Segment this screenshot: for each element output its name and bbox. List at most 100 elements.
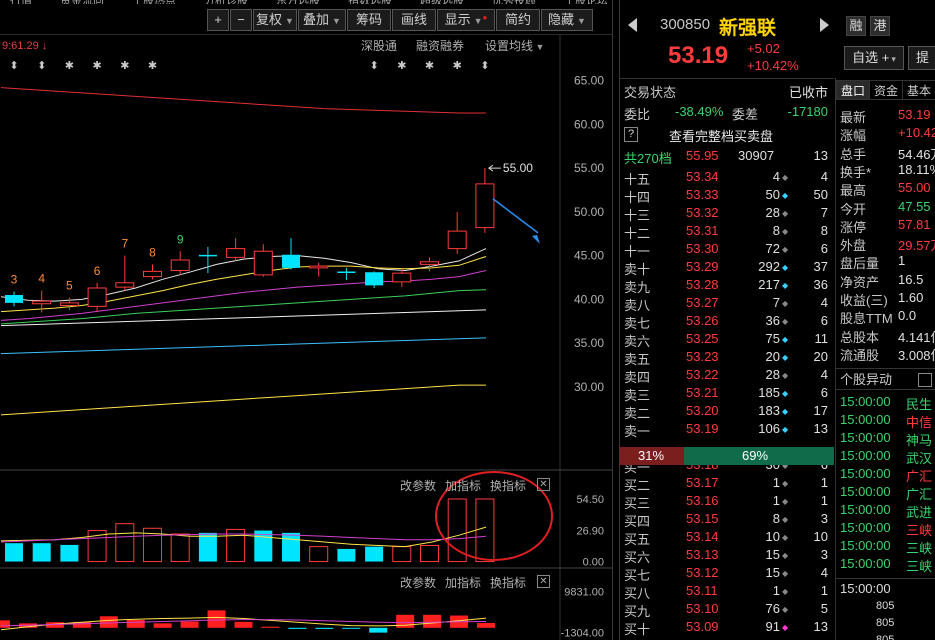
ind2-add-indicator[interactable]: 加指标 (445, 574, 481, 591)
close-icon[interactable]: ✕ (537, 478, 550, 491)
book-level-row[interactable]: 十四 53.33 50 ◆ 50 (620, 187, 834, 205)
ind1-switch-indicator[interactable]: 换指标 (490, 477, 526, 494)
top-menu-item[interactable]: 指数选股 (348, 0, 392, 4)
book-level-row[interactable]: 十三 53.32 28 ◆ 7 (620, 205, 834, 223)
book-level-row[interactable]: 买十 53.09 91 ◆ 13 (620, 619, 834, 637)
hk-connect-link[interactable]: 深股通 (361, 37, 397, 54)
full-book-row[interactable]: ? 查看完整档买卖盘 (620, 126, 834, 144)
book-level-row[interactable]: 十一 53.30 72 ◆ 6 (620, 241, 834, 259)
stock-move-row[interactable]: 15:00:00 广汇 (840, 466, 935, 484)
prev-stock-icon[interactable] (628, 18, 637, 32)
close-icon[interactable]: ✕ (537, 575, 550, 588)
stock-move-row[interactable]: 15:00:00 三峡 (840, 556, 935, 574)
top-menu-item[interactable]: 超级选股 (420, 0, 464, 4)
book-level-row[interactable]: 卖六 53.25 75 ◆ 11 (620, 331, 834, 349)
book-level-row[interactable]: 买六 53.13 15 ◆ 3 (620, 547, 834, 565)
stat-row: 总股本 4.141亿 (840, 327, 935, 345)
ind2-edit-params[interactable]: 改参数 (400, 574, 436, 591)
book-level-row[interactable]: 卖四 53.22 28 ◆ 4 (620, 367, 834, 385)
book-level-row[interactable]: 卖二 53.20 183 ◆ 17 (620, 403, 834, 421)
draw-line-button[interactable]: 画线 (392, 9, 436, 31)
stock-move-row[interactable]: 15:00:00 中信 (840, 412, 935, 430)
diamond-icon: ◆ (782, 407, 789, 416)
panel-divider[interactable] (612, 0, 620, 640)
book-level-volume: 28 (765, 367, 780, 382)
macd-bars (0, 610, 495, 633)
book-level-row[interactable]: 十二 53.31 8 ◆ 8 (620, 223, 834, 241)
caret-down-icon: ▼ (285, 16, 294, 26)
trade-status-value: 已收市 (788, 85, 828, 100)
top-menu-item[interactable]: 个股论坛 (564, 0, 608, 4)
book-level-row[interactable]: 买八 53.11 1 ◆ 1 (620, 583, 834, 601)
book-level-volume: 50 (765, 187, 780, 202)
book-level-label: 卖一 (624, 424, 651, 439)
dividend-marker-icon: ⬍ (369, 59, 378, 72)
stock-move-row[interactable]: 15:00:00 广汇 (840, 484, 935, 502)
book-level-row[interactable]: 卖七 53.26 36 ◆ 6 (620, 313, 834, 331)
book-level-row[interactable]: 卖五 53.23 20 ◆ 20 (620, 349, 834, 367)
diamond-icon: ◆ (782, 389, 789, 398)
kline-chart-area[interactable]: 3 4 5 6 7 8 9 ⬍ ⬍ ✱ ✱ ✱ ✱ ⬍ ✱ ✱ ✱ ⬍ 65.00 60.00 55.00 50.00… (0, 35, 612, 640)
book-level-row[interactable]: 卖九 53.28 217 ◆ 36 (620, 277, 834, 295)
book-level-row[interactable]: 卖三 53.21 185 ◆ 6 (620, 385, 834, 403)
book-level-row[interactable]: 十五 53.34 4 ◆ 4 (620, 169, 834, 187)
zoom-out-button[interactable]: − (230, 9, 252, 31)
volume-bar (5, 543, 23, 562)
margin-tag[interactable]: 融 (846, 16, 866, 36)
book-level-row[interactable]: 买四 53.15 8 ◆ 3 (620, 511, 834, 529)
tab-handicap[interactable]: 盘口 (836, 80, 871, 100)
move-time: 15:00:00 (840, 484, 891, 499)
book-level-volume: 185 (758, 385, 780, 400)
book-level-row[interactable]: 买二 53.17 1 ◆ 1 (620, 475, 834, 493)
top-menu-item[interactable]: 资金流向 (60, 0, 104, 4)
stock-move-row[interactable]: 15:00:00 神马 (840, 430, 935, 448)
alert-button[interactable]: 提 (908, 46, 935, 70)
window-icon[interactable] (918, 373, 932, 387)
book-level-row[interactable]: 买三 53.16 1 ◆ 1 (620, 493, 834, 511)
volume-bar (475, 498, 495, 563)
simple-button[interactable]: 简约 (496, 9, 540, 31)
stock-move-row[interactable]: 15:00:00 三峡 (840, 538, 935, 556)
stock-move-row[interactable]: 15:00:00 民生 (840, 394, 935, 412)
stock-move-row[interactable]: 15:00:00 武进 (840, 502, 935, 520)
tab-funds[interactable]: 资金 (869, 80, 904, 100)
zoom-in-button[interactable]: + (207, 9, 229, 31)
help-icon[interactable]: ? (624, 127, 638, 142)
book-level-volume: 1 (772, 493, 780, 508)
ma-settings-link[interactable]: 设置均线 ▼ (485, 37, 544, 54)
book-level-count: 5 (820, 601, 828, 616)
hide-button[interactable]: 隐藏 ▼ (541, 9, 593, 31)
book-level-price: 53.16 (686, 493, 719, 508)
ind1-add-indicator[interactable]: 加指标 (445, 477, 481, 494)
book-level-row[interactable]: 卖八 53.27 7 ◆ 4 (620, 295, 834, 313)
stock-move-row[interactable]: 15:00:00 三峡 (840, 520, 935, 538)
book-level-row[interactable]: 买七 53.12 15 ◆ 4 (620, 565, 834, 583)
display-button[interactable]: 显示 ▼● (437, 9, 495, 31)
book-level-row[interactable]: 卖一 53.19 106 ◆ 13 (620, 421, 834, 439)
top-menu-item[interactable]: 优秀投顾 (492, 0, 536, 4)
book-level-volume: 8 (772, 511, 780, 526)
add-watchlist-button[interactable]: 自选 + ▾ (844, 46, 904, 70)
stat-row: 今开 47.55 (840, 199, 935, 217)
chips-button[interactable]: 筹码 (347, 9, 391, 31)
ind2-switch-indicator[interactable]: 换指标 (490, 574, 526, 591)
top-menu-item[interactable]: 个股热点 (132, 0, 176, 4)
full-book-button[interactable]: 查看完整档买卖盘 (669, 126, 773, 145)
top-menu-item[interactable]: 行情 (10, 0, 32, 4)
overlay-button[interactable]: 叠加 ▼ (298, 9, 346, 31)
candle-body (365, 272, 384, 286)
diamond-icon: ◆ (782, 209, 789, 218)
tab-basic[interactable]: 基本 (902, 80, 935, 100)
kline-chart[interactable]: 3 4 5 6 7 8 9 ⬍ ⬍ ✱ ✱ ✱ ✱ ⬍ ✱ ✱ ✱ ⬍ 65.00 60.00 55.00 50.00… (0, 35, 612, 640)
next-stock-icon[interactable] (820, 18, 829, 32)
ind1-edit-params[interactable]: 改参数 (400, 477, 436, 494)
adjust-button[interactable]: 复权 ▼ (253, 9, 297, 31)
book-level-row[interactable]: 买九 53.10 76 ◆ 5 (620, 601, 834, 619)
book-level-row[interactable]: 卖十 53.29 292 ◆ 37 (620, 259, 834, 277)
hk-connect-tag[interactable]: 港 (870, 16, 890, 36)
top-menu-item[interactable]: 分析诊股 (204, 0, 248, 4)
stock-move-row[interactable]: 15:00:00 武汉 (840, 448, 935, 466)
margin-trading-link[interactable]: 融资融券 (416, 37, 464, 54)
top-menu-item[interactable]: 东方选股 (276, 0, 320, 4)
book-level-row[interactable]: 买五 53.14 10 ◆ 10 (620, 529, 834, 547)
